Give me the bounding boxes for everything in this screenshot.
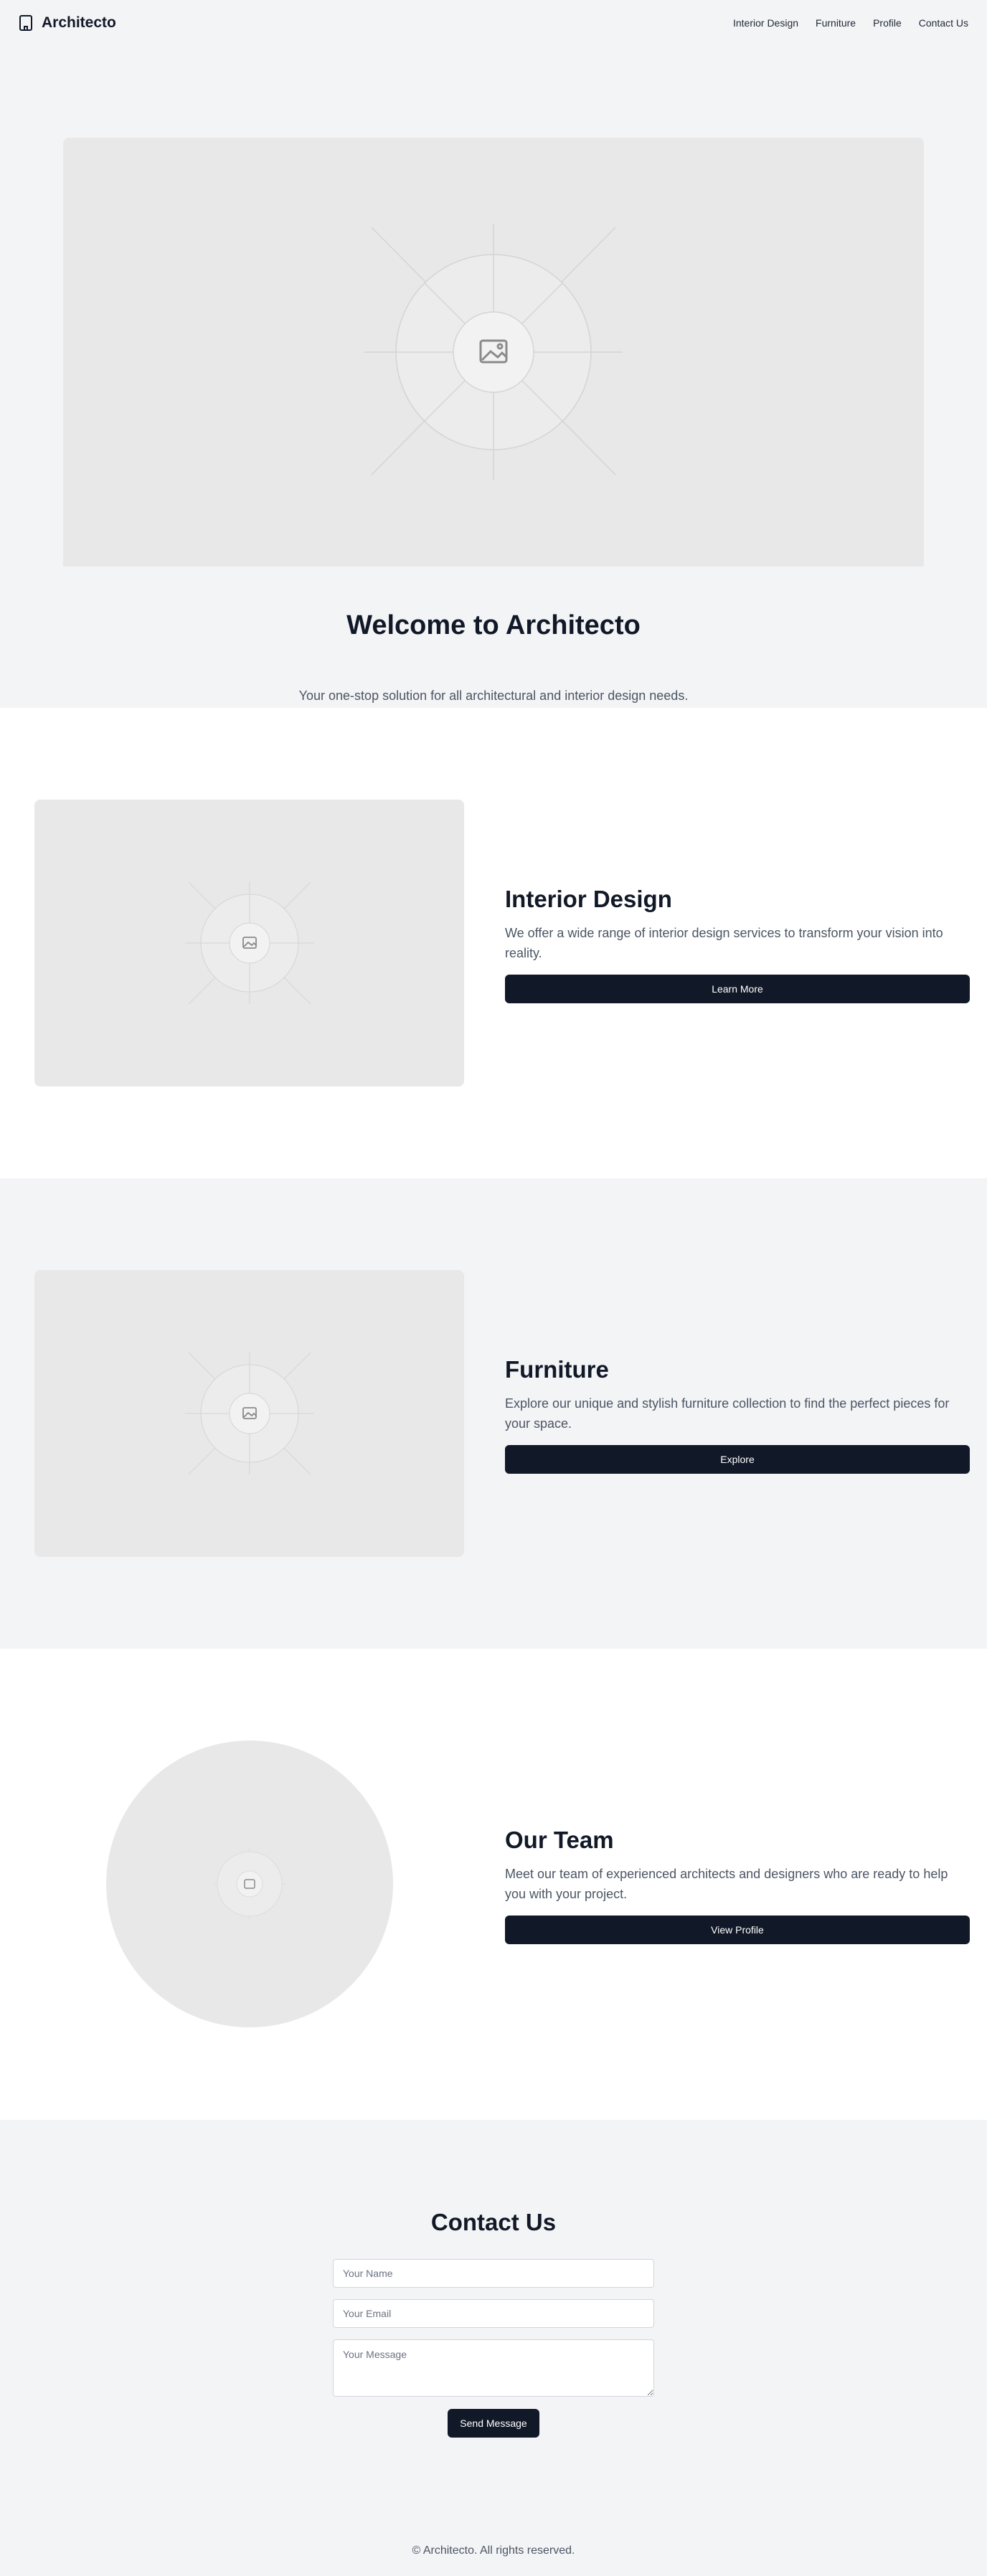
- contact-section: Contact Us Send Message © Architecto. Al…: [0, 2120, 987, 2576]
- nav-link-interior-design[interactable]: Interior Design: [733, 17, 798, 29]
- message-field[interactable]: [333, 2339, 654, 2397]
- interior-design-section: Interior Design We offer a wide range of…: [0, 708, 987, 1178]
- section-description: We offer a wide range of interior design…: [505, 926, 943, 960]
- image-placeholder-graphic: [364, 224, 623, 480]
- hero-image: [63, 138, 924, 567]
- footer-copyright: © Architecto. All rights reserved.: [412, 2544, 575, 2557]
- nav-link-profile[interactable]: Profile: [873, 17, 902, 29]
- section-description: Meet our team of experienced architects …: [505, 1867, 948, 1901]
- email-field[interactable]: [333, 2299, 654, 2328]
- furniture-image: [34, 1270, 464, 1557]
- brand-name: Architecto: [42, 14, 116, 31]
- send-message-button[interactable]: Send Message: [448, 2409, 539, 2438]
- hero-subtitle: Your one-stop solution for all architect…: [298, 688, 689, 703]
- contact-title: Contact Us: [430, 2209, 557, 2235]
- section-title: Our Team: [505, 1827, 614, 1853]
- main-nav: Interior Design Furniture Profile Contac…: [733, 17, 968, 29]
- section-description: Explore our unique and stylish furniture…: [505, 1396, 950, 1431]
- site-header: Architecto Interior Design Furniture Pro…: [0, 0, 987, 46]
- team-avatar-image: [106, 1741, 393, 2027]
- explore-button[interactable]: Explore: [505, 1445, 970, 1474]
- brand[interactable]: Architecto: [19, 14, 116, 32]
- image-placeholder-graphic: [185, 1352, 314, 1475]
- our-team-text: Our Team Meet our team of experienced ar…: [505, 1827, 970, 1944]
- our-team-section: Our Team Meet our team of experienced ar…: [0, 1649, 987, 2120]
- name-field[interactable]: [333, 2259, 654, 2288]
- hero-section: Welcome to Architecto Your one-stop solu…: [0, 46, 987, 708]
- furniture-section: Furniture Explore our unique and stylish…: [0, 1178, 987, 1649]
- nav-link-contact-us[interactable]: Contact Us: [919, 17, 968, 29]
- interior-design-text: Interior Design We offer a wide range of…: [505, 886, 970, 1003]
- learn-more-button[interactable]: Learn More: [505, 975, 970, 1003]
- section-title: Interior Design: [505, 886, 672, 912]
- image-placeholder-graphic: [214, 1848, 285, 1920]
- section-title: Furniture: [505, 1356, 609, 1383]
- image-placeholder-graphic: [185, 881, 314, 1005]
- nav-link-furniture[interactable]: Furniture: [816, 17, 856, 29]
- building-icon: [19, 15, 32, 31]
- furniture-text: Furniture Explore our unique and stylish…: [505, 1356, 970, 1474]
- hero-title: Welcome to Architecto: [346, 610, 641, 640]
- interior-design-image: [34, 800, 464, 1086]
- view-profile-button[interactable]: View Profile: [505, 1916, 970, 1944]
